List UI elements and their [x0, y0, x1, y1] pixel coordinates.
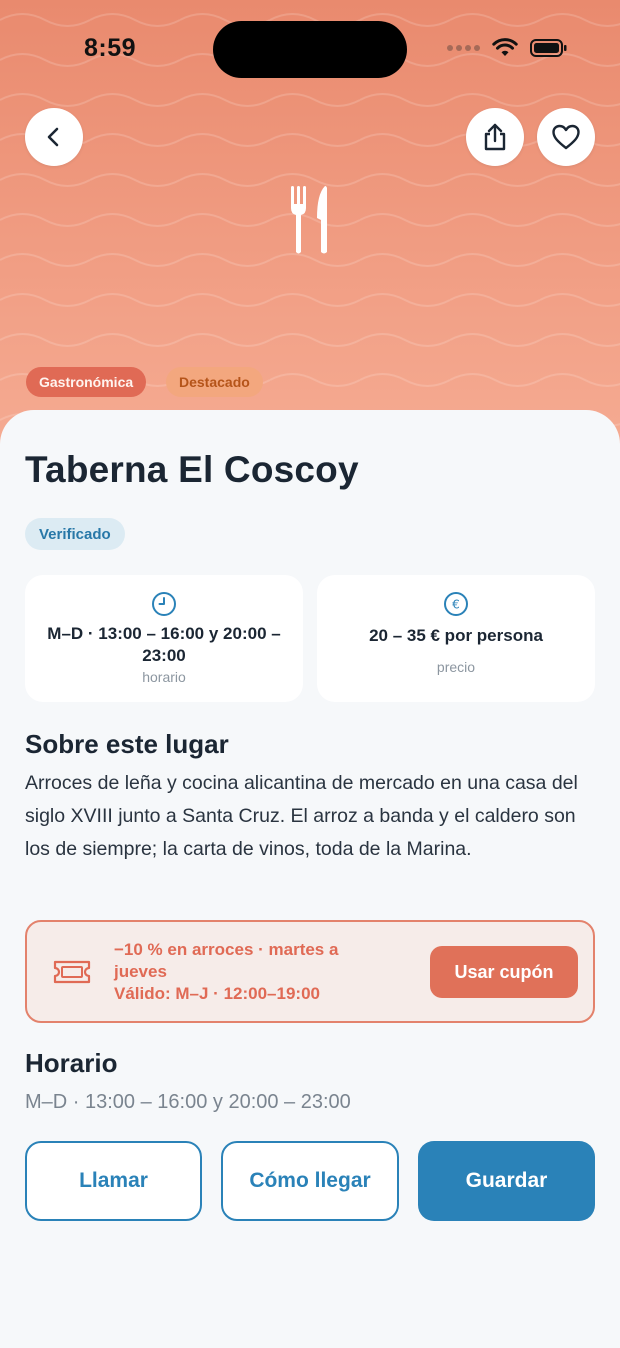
hero-banner: 8:59 Gastronómica Destacado: [0, 0, 620, 450]
dynamic-island: [213, 21, 407, 78]
schedule-text: M–D · 13:00 – 16:00 y 20:00 – 23:00: [25, 1091, 351, 1113]
svg-text:€: €: [452, 598, 460, 612]
back-button[interactable]: [25, 108, 83, 166]
chevron-left-icon: [47, 127, 59, 147]
coupon-offer: −10 % en arroces · martes a jueves: [114, 940, 339, 981]
price-card: € 20 – 35 € por persona precio: [317, 575, 595, 702]
hours-card: M–D · 13:00 – 16:00 y 20:00 – 23:00 hora…: [25, 575, 303, 702]
fork-knife-icon: [291, 186, 327, 254]
share-icon: [484, 123, 506, 151]
verified-badge: Verificado: [25, 518, 125, 550]
wifi-icon: [492, 38, 518, 56]
price-value: 20 – 35 € por persona: [369, 626, 543, 645]
category-tag: Gastronómica: [26, 367, 147, 397]
signal-icon: [447, 45, 480, 51]
use-coupon-button[interactable]: Usar cupón: [430, 946, 578, 998]
featured-tag: Destacado: [166, 367, 263, 397]
status-time: 8:59: [84, 34, 137, 62]
hours-value: M–D · 13:00 – 16:00 y 20:00 – 23:00: [47, 624, 281, 665]
status-bar: 8:59: [0, 0, 620, 100]
schedule-title: Horario: [25, 1048, 118, 1078]
about-title: Sobre este lugar: [25, 729, 229, 759]
share-button[interactable]: [466, 108, 524, 166]
coupon-card: −10 % en arroces · martes a jueves Válid…: [25, 920, 595, 1023]
price-label: precio: [436, 659, 476, 675]
status-icons: [447, 38, 568, 58]
ticket-icon: [53, 960, 91, 984]
about-text: Arroces de leña y cocina alicantina de m…: [25, 772, 578, 860]
coupon-details: −10 % en arroces · martes a jueves Válid…: [114, 939, 364, 1005]
heart-icon: [552, 124, 580, 150]
clock-icon: [152, 592, 176, 616]
favorite-button[interactable]: [537, 108, 595, 166]
coupon-validity: Válido: M–J · 12:00–19:00: [114, 984, 320, 1003]
hours-label: horario: [142, 669, 186, 685]
euro-icon: €: [444, 592, 468, 616]
save-button[interactable]: Guardar: [418, 1141, 595, 1221]
battery-icon: [530, 39, 567, 57]
call-button[interactable]: Llamar: [25, 1141, 202, 1221]
directions-button[interactable]: Cómo llegar: [221, 1141, 399, 1221]
place-title: Taberna El Coscoy: [25, 449, 359, 490]
